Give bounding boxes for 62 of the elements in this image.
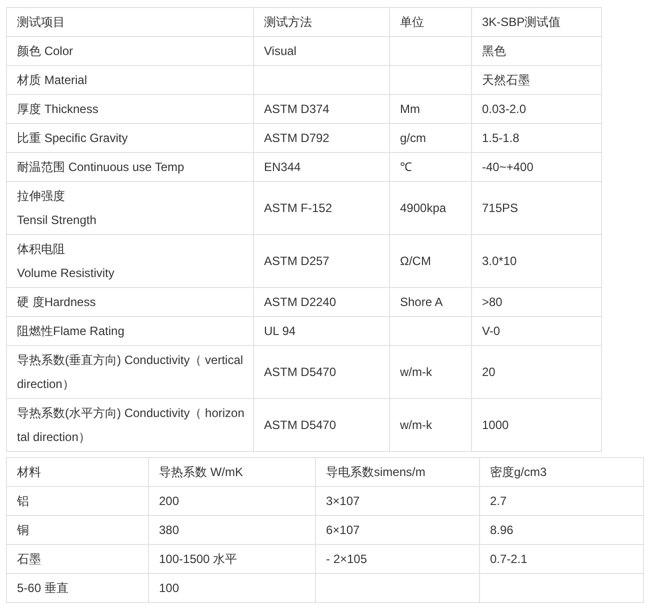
cell-text: 6×107 — [326, 523, 360, 537]
column-header: 测试方法 — [254, 8, 390, 36]
cell-text: Ω/CM — [400, 254, 431, 268]
cell-text: 3×107 — [326, 494, 360, 508]
column-header: 测试项目 — [6, 8, 254, 36]
cell-text: EN344 — [264, 160, 301, 174]
cell-text: 380 — [159, 523, 180, 537]
column-header: 导电系数simens/m — [316, 458, 480, 486]
cell-text: 0.03-2.0 — [482, 102, 526, 116]
cell-text: 5-60 垂直 — [17, 581, 68, 595]
cell-text: 3.0*10 — [482, 254, 517, 268]
cell-text: 导热系数(水平方向) Conductivity（ horizon tal direction） — [17, 406, 244, 444]
cell-text: 100 — [159, 581, 180, 595]
cell-text: 耐温范围 Continuous use Temp — [17, 160, 184, 174]
cell-text: 100-1500 水平 — [159, 552, 238, 566]
cell-text: 导热系数(垂直方向) Conductivity（ vertical direction） — [17, 353, 244, 391]
cell-text: 石墨 — [17, 552, 41, 566]
cell-text: 8.96 — [490, 523, 514, 537]
cell-text: 20 — [482, 365, 496, 379]
cell-text: 硬 度Hardness — [17, 295, 96, 309]
cell-text: w/m-k — [400, 365, 432, 379]
cell-text: 铜 — [17, 523, 29, 537]
cell-text: g/cm — [400, 131, 426, 145]
cell-text: 黑色 — [482, 44, 506, 58]
cell-text: Mm — [400, 102, 420, 116]
cell-text: ASTM D792 — [264, 131, 330, 145]
cell-text: 4900kpa — [400, 201, 446, 215]
column-header: 密度g/cm3 — [480, 458, 644, 486]
cell-text: >80 — [482, 295, 502, 309]
cell-text: V-0 — [482, 324, 500, 338]
cell-text: 2.7 — [490, 494, 507, 508]
cell-text: 拉伸强度 Tensil Strength — [17, 189, 96, 227]
cell-text: 铝 — [17, 494, 29, 508]
cell-text: 材质 Material — [17, 73, 88, 87]
cell-text: ASTM F-152 — [264, 201, 332, 215]
cell-text: ASTM D257 — [264, 254, 330, 268]
cell-text: 颜色 Color — [17, 44, 74, 58]
cell-text: ASTM D374 — [264, 102, 330, 116]
cell-text: 比重 Specific Gravity — [17, 131, 128, 145]
cell-text: 天然石墨 — [482, 73, 530, 87]
cell-text: - 2×105 — [326, 552, 368, 566]
cell-text: ASTM D2240 — [264, 295, 336, 309]
cell-text: 体积电阻 Volume Resistivity — [17, 242, 114, 280]
column-header: 3K-SBP测试值 — [472, 8, 602, 36]
column-header: 单位 — [390, 8, 472, 36]
cell-text: Visual — [264, 44, 296, 58]
cell-text: 200 — [159, 494, 180, 508]
cell-text: ℃ — [400, 160, 412, 174]
cell-text: ASTM D5470 — [264, 418, 336, 432]
cell-text: -40~+400 — [482, 160, 534, 174]
cell-text: 715PS — [482, 201, 518, 215]
cell-text: 阻燃性Flame Rating — [17, 324, 124, 338]
cell-text: 1000 — [482, 418, 509, 432]
cell-text: Shore A — [400, 295, 443, 309]
cell-text: 厚度 Thickness — [17, 102, 98, 116]
column-header: 材料 — [6, 458, 148, 486]
column-header: 导热系数 W/mK — [148, 458, 316, 486]
cell-text: 0.7-2.1 — [490, 552, 528, 566]
cell-text: w/m-k — [400, 418, 432, 432]
cell-text: 1.5-1.8 — [482, 131, 520, 145]
cell-text: UL 94 — [264, 324, 296, 338]
cell-text: ASTM D5470 — [264, 365, 336, 379]
